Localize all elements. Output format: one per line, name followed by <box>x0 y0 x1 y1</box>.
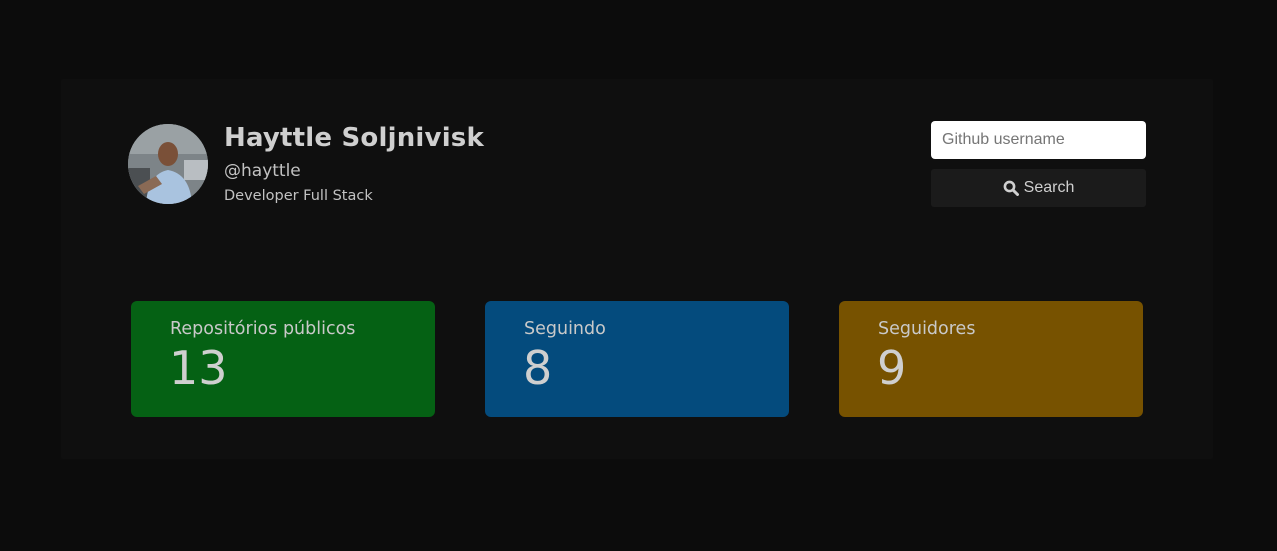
search-icon <box>1003 180 1019 196</box>
search-button-label: Search <box>1023 179 1075 196</box>
stat-label: Seguindo <box>524 319 606 339</box>
profile-card: Hayttle Soljnivisk @hayttle Developer Fu… <box>61 79 1213 459</box>
stat-value: 9 <box>877 341 907 395</box>
stat-public-repos: Repositórios públicos 13 <box>131 301 435 417</box>
user-login: @hayttle <box>224 161 301 181</box>
user-name: Hayttle Soljnivisk <box>224 123 484 153</box>
github-username-input[interactable] <box>931 121 1146 159</box>
user-bio: Developer Full Stack <box>224 188 373 204</box>
stat-value: 13 <box>169 341 228 395</box>
stat-followers: Seguidores 9 <box>839 301 1143 417</box>
stat-label: Repositórios públicos <box>170 319 356 339</box>
avatar <box>128 124 208 204</box>
search-button[interactable]: Search <box>931 169 1146 207</box>
stat-value: 8 <box>523 341 553 395</box>
stat-following: Seguindo 8 <box>485 301 789 417</box>
stat-label: Seguidores <box>878 319 976 339</box>
